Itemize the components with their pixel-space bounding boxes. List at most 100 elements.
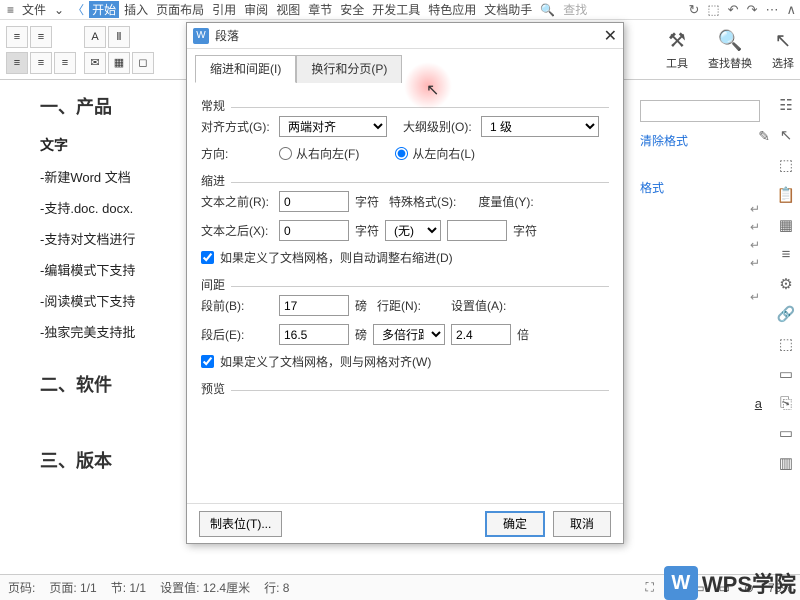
- auto-indent-checkbox[interactable]: [201, 251, 214, 264]
- format-link[interactable]: 格式: [640, 179, 770, 196]
- menu-tab-dev[interactable]: 开发工具: [369, 1, 423, 18]
- redo-icon[interactable]: ↷: [747, 2, 758, 18]
- sync-icon[interactable]: ↻: [688, 2, 699, 18]
- tab-indent-spacing[interactable]: 缩进和间距(I): [195, 55, 296, 83]
- space-before-label: 段前(B):: [201, 297, 273, 314]
- tabs-button[interactable]: 制表位(T)...: [199, 511, 282, 537]
- return-icon: ↵: [640, 220, 770, 234]
- menu-tab-special[interactable]: 特色应用: [425, 1, 479, 18]
- outline-select[interactable]: 1 级: [481, 116, 599, 137]
- search-field[interactable]: 查找: [560, 1, 590, 18]
- space-after-input[interactable]: [279, 324, 349, 345]
- style-select[interactable]: [640, 100, 760, 122]
- indent-right-icon[interactable]: ≡: [30, 26, 52, 48]
- indent-left-icon[interactable]: ≡: [6, 26, 28, 48]
- pencil-icon[interactable]: ✎: [758, 128, 770, 145]
- menu-tab-start[interactable]: 开始: [89, 1, 119, 18]
- body-line: -支持.doc. docx.: [40, 198, 180, 217]
- wps-badge-icon: W: [664, 566, 698, 600]
- set-value-input[interactable]: [451, 324, 511, 345]
- more-icon[interactable]: ⋯: [765, 2, 778, 18]
- list-btn[interactable]: ≡: [54, 52, 76, 74]
- formula-icon[interactable]: Ⅱ: [108, 26, 130, 48]
- unit-label: 磅: [355, 297, 367, 314]
- undo-icon[interactable]: ↶: [728, 2, 739, 18]
- menu-file[interactable]: 文件: [19, 1, 49, 18]
- clear-format-link[interactable]: 清除格式: [640, 132, 770, 149]
- set-value-label: 设置值(A):: [451, 297, 506, 314]
- return-icon: ↵: [640, 238, 770, 252]
- grid-icon[interactable]: ▦: [108, 52, 130, 74]
- doc-icon[interactable]: ▭: [779, 365, 793, 383]
- search-icon[interactable]: 🔍: [537, 3, 558, 17]
- tools-icon: ⚒: [668, 28, 686, 53]
- layers-icon[interactable]: ⬚: [779, 335, 793, 353]
- section-general: 常规: [201, 99, 225, 113]
- align-btn[interactable]: ≡: [6, 52, 28, 74]
- stack-icon[interactable]: ▥: [779, 454, 793, 472]
- share-icon[interactable]: ⬚: [707, 2, 719, 18]
- menu-tab-review[interactable]: 审阅: [241, 1, 271, 18]
- section-indent: 缩进: [201, 174, 225, 188]
- menu-tab-insert[interactable]: 插入: [121, 1, 151, 18]
- style-panel: 清除格式 格式 ↵ ↵ ↵ ↵ a ↵: [640, 100, 770, 308]
- wps-logo: W WPS学院: [664, 566, 796, 600]
- grid-align-checkbox[interactable]: [201, 355, 214, 368]
- clipboard-icon[interactable]: 📋: [777, 186, 796, 204]
- menu-tab-layout[interactable]: 页面布局: [153, 1, 207, 18]
- tab-line-page[interactable]: 换行和分页(P): [296, 55, 402, 83]
- close-icon[interactable]: ✕: [604, 26, 617, 46]
- menu-hamburger[interactable]: ≡: [4, 3, 17, 17]
- body-line: -独家完美支持批: [40, 322, 180, 341]
- section-preview: 预览: [201, 382, 225, 396]
- line-spacing-select[interactable]: 多倍行距: [373, 324, 445, 345]
- exit-icon[interactable]: ⎘: [780, 395, 792, 412]
- ok-button[interactable]: 确定: [485, 511, 545, 537]
- cursor-icon[interactable]: ↖: [780, 126, 793, 144]
- message-icon[interactable]: ✉: [84, 52, 106, 74]
- special-label: 特殊格式(S):: [389, 193, 456, 210]
- linespace-btn[interactable]: ≡: [30, 52, 52, 74]
- find-replace-button[interactable]: 🔍 查找替换: [708, 28, 752, 71]
- metric-input[interactable]: [447, 220, 507, 241]
- menu-tab-dochelper[interactable]: 文档助手: [481, 1, 535, 18]
- collapse-icon[interactable]: ∧: [786, 2, 796, 18]
- ltr-radio[interactable]: 从左向右(L): [395, 145, 475, 162]
- page-icon[interactable]: ▭: [779, 424, 793, 442]
- direction-label: 方向:: [201, 145, 273, 162]
- tools-button[interactable]: ⚒ 工具: [666, 28, 688, 71]
- outline-label: 大纲级别(O):: [403, 118, 475, 135]
- line-spacing-label: 行距(N):: [377, 297, 421, 314]
- heading-1: 一、产品: [40, 93, 180, 119]
- cancel-button[interactable]: 取消: [553, 511, 611, 537]
- indent-after-input[interactable]: [279, 220, 349, 241]
- indent-before-input[interactable]: [279, 191, 349, 212]
- chart-icon[interactable]: ≡: [782, 246, 791, 263]
- metric-label: 度量值(Y):: [478, 193, 533, 210]
- window-controls: ↻ ⬚ ↶ ↷ ⋯ ∧: [688, 2, 796, 18]
- select-button[interactable]: ↖ 选择: [772, 28, 794, 71]
- indent-before-label: 文本之前(R):: [201, 193, 273, 210]
- props-icon[interactable]: ☷: [779, 96, 792, 114]
- menu-caret-icon[interactable]: ⌄: [51, 3, 67, 17]
- view-icon[interactable]: ⛶: [645, 580, 653, 595]
- shape-icon[interactable]: ◻: [132, 52, 154, 74]
- special-select[interactable]: (无): [385, 220, 441, 241]
- page-indicator[interactable]: 页面: 1/1: [49, 579, 96, 596]
- align-select[interactable]: 两端对齐: [279, 116, 387, 137]
- menu-prev-icon[interactable]: 〈: [69, 1, 87, 18]
- text-style-icon[interactable]: A: [84, 26, 106, 48]
- menu-tab-reference[interactable]: 引用: [209, 1, 239, 18]
- link-icon[interactable]: 🔗: [777, 305, 796, 323]
- section-spacing: 间距: [201, 278, 225, 292]
- dialog-body: 常规 对齐方式(G): 两端对齐 大纲级别(O): 1 级 方向: 从右向左(F…: [187, 83, 623, 409]
- menu-tab-view[interactable]: 视图: [273, 1, 303, 18]
- menu-tab-chapter[interactable]: 章节: [305, 1, 335, 18]
- rtl-radio[interactable]: 从右向左(F): [279, 145, 359, 162]
- menu-tab-security[interactable]: 安全: [337, 1, 367, 18]
- settings-icon[interactable]: ⚙: [779, 275, 792, 293]
- section-indicator[interactable]: 节: 1/1: [111, 579, 146, 596]
- select-icon[interactable]: ⬚: [779, 156, 793, 174]
- space-before-input[interactable]: [279, 295, 349, 316]
- grid-icon[interactable]: ▦: [779, 216, 793, 234]
